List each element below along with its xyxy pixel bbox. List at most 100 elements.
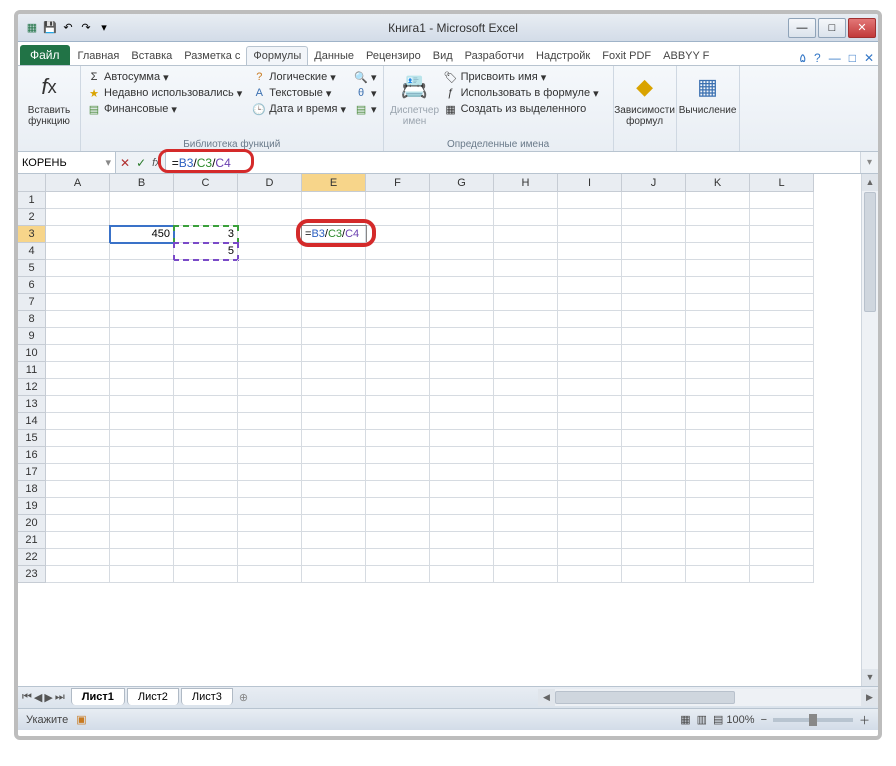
cell[interactable] xyxy=(686,379,750,396)
sheet-tab[interactable]: Лист3 xyxy=(181,688,233,705)
cell[interactable] xyxy=(622,481,686,498)
tab-developer[interactable]: Разработчи xyxy=(459,47,530,65)
scroll-down-icon[interactable]: ▼ xyxy=(862,669,878,686)
cell[interactable] xyxy=(46,345,110,362)
row-header[interactable]: 12 xyxy=(18,379,46,396)
row-header[interactable]: 16 xyxy=(18,447,46,464)
cell[interactable] xyxy=(686,566,750,583)
cell[interactable] xyxy=(174,396,238,413)
cell[interactable] xyxy=(46,243,110,260)
cell[interactable] xyxy=(494,260,558,277)
cell[interactable] xyxy=(110,345,174,362)
cell[interactable] xyxy=(46,549,110,566)
doc-close-icon[interactable]: ✕ xyxy=(860,51,878,65)
cell[interactable] xyxy=(686,481,750,498)
cell[interactable] xyxy=(494,481,558,498)
cell[interactable] xyxy=(302,447,366,464)
cell[interactable] xyxy=(46,328,110,345)
cell[interactable] xyxy=(174,379,238,396)
cell[interactable] xyxy=(494,532,558,549)
tab-abbyy[interactable]: ABBYY F xyxy=(657,47,715,65)
cell[interactable] xyxy=(366,379,430,396)
cell[interactable] xyxy=(174,260,238,277)
cell[interactable] xyxy=(366,260,430,277)
row-header[interactable]: 11 xyxy=(18,362,46,379)
doc-restore-icon[interactable]: □ xyxy=(845,51,860,65)
cell[interactable] xyxy=(686,396,750,413)
formula-bar-expand-icon[interactable]: ▾ xyxy=(860,152,878,173)
zoom-out-icon[interactable]: − xyxy=(761,714,767,726)
col-header[interactable]: B xyxy=(110,174,174,192)
cell[interactable] xyxy=(494,294,558,311)
more-functions-button[interactable]: ▤▾ xyxy=(354,102,377,116)
cell[interactable] xyxy=(430,226,494,243)
cell[interactable] xyxy=(174,498,238,515)
row-header[interactable]: 17 xyxy=(18,464,46,481)
cell[interactable] xyxy=(238,566,302,583)
cell[interactable] xyxy=(558,192,622,209)
cell[interactable] xyxy=(46,498,110,515)
cell[interactable] xyxy=(750,498,814,515)
cell[interactable] xyxy=(622,379,686,396)
cell[interactable] xyxy=(622,209,686,226)
cell[interactable] xyxy=(686,192,750,209)
view-normal-icon[interactable]: ▦ xyxy=(677,713,693,726)
cell[interactable] xyxy=(302,260,366,277)
cell[interactable] xyxy=(46,396,110,413)
cell[interactable] xyxy=(430,345,494,362)
cell[interactable] xyxy=(174,430,238,447)
cell[interactable] xyxy=(686,345,750,362)
cell[interactable] xyxy=(238,549,302,566)
cell[interactable] xyxy=(110,311,174,328)
cell[interactable] xyxy=(46,277,110,294)
cell[interactable] xyxy=(238,209,302,226)
cell[interactable] xyxy=(366,277,430,294)
cell[interactable] xyxy=(686,226,750,243)
minimize-button[interactable]: — xyxy=(788,18,816,38)
sheet-nav-prev-icon[interactable]: ◀ xyxy=(34,691,42,704)
cell[interactable] xyxy=(494,226,558,243)
name-box[interactable]: КОРЕНЬ ▾ xyxy=(18,152,116,173)
col-header[interactable]: K xyxy=(686,174,750,192)
cell[interactable] xyxy=(686,549,750,566)
sheet-tab[interactable]: Лист1 xyxy=(71,688,125,705)
cell[interactable] xyxy=(174,192,238,209)
cell[interactable] xyxy=(110,277,174,294)
financial-button[interactable]: ▤Финансовые ▾ xyxy=(87,102,242,116)
cell[interactable] xyxy=(46,294,110,311)
cell[interactable] xyxy=(110,209,174,226)
cell[interactable] xyxy=(366,515,430,532)
cell[interactable] xyxy=(558,481,622,498)
cell[interactable] xyxy=(622,549,686,566)
spreadsheet-grid[interactable]: A B C D E F G H I J K L 1234567891011121… xyxy=(18,174,878,686)
cell[interactable] xyxy=(238,464,302,481)
cells-area[interactable]: 4503=B3/C3/C45 xyxy=(46,192,814,583)
cell[interactable] xyxy=(302,430,366,447)
col-header[interactable]: J xyxy=(622,174,686,192)
cell[interactable] xyxy=(558,311,622,328)
cell[interactable] xyxy=(494,515,558,532)
cell[interactable] xyxy=(46,379,110,396)
cell[interactable] xyxy=(366,362,430,379)
cell[interactable] xyxy=(46,566,110,583)
cell[interactable] xyxy=(302,277,366,294)
cell[interactable] xyxy=(302,209,366,226)
cell[interactable] xyxy=(366,464,430,481)
horizontal-scrollbar[interactable]: ◀ ▶ xyxy=(538,689,878,706)
logical-button[interactable]: ?Логические ▾ xyxy=(252,70,346,84)
cell[interactable] xyxy=(302,498,366,515)
cell[interactable] xyxy=(174,345,238,362)
cell[interactable] xyxy=(366,243,430,260)
col-header[interactable]: A xyxy=(46,174,110,192)
row-header[interactable]: 13 xyxy=(18,396,46,413)
cell[interactable] xyxy=(430,430,494,447)
cell[interactable] xyxy=(558,243,622,260)
cell[interactable] xyxy=(622,243,686,260)
cell[interactable] xyxy=(750,294,814,311)
cell[interactable] xyxy=(558,566,622,583)
cell[interactable] xyxy=(494,328,558,345)
cell[interactable] xyxy=(430,243,494,260)
cell[interactable] xyxy=(238,328,302,345)
cell[interactable] xyxy=(494,362,558,379)
cell[interactable] xyxy=(238,226,302,243)
